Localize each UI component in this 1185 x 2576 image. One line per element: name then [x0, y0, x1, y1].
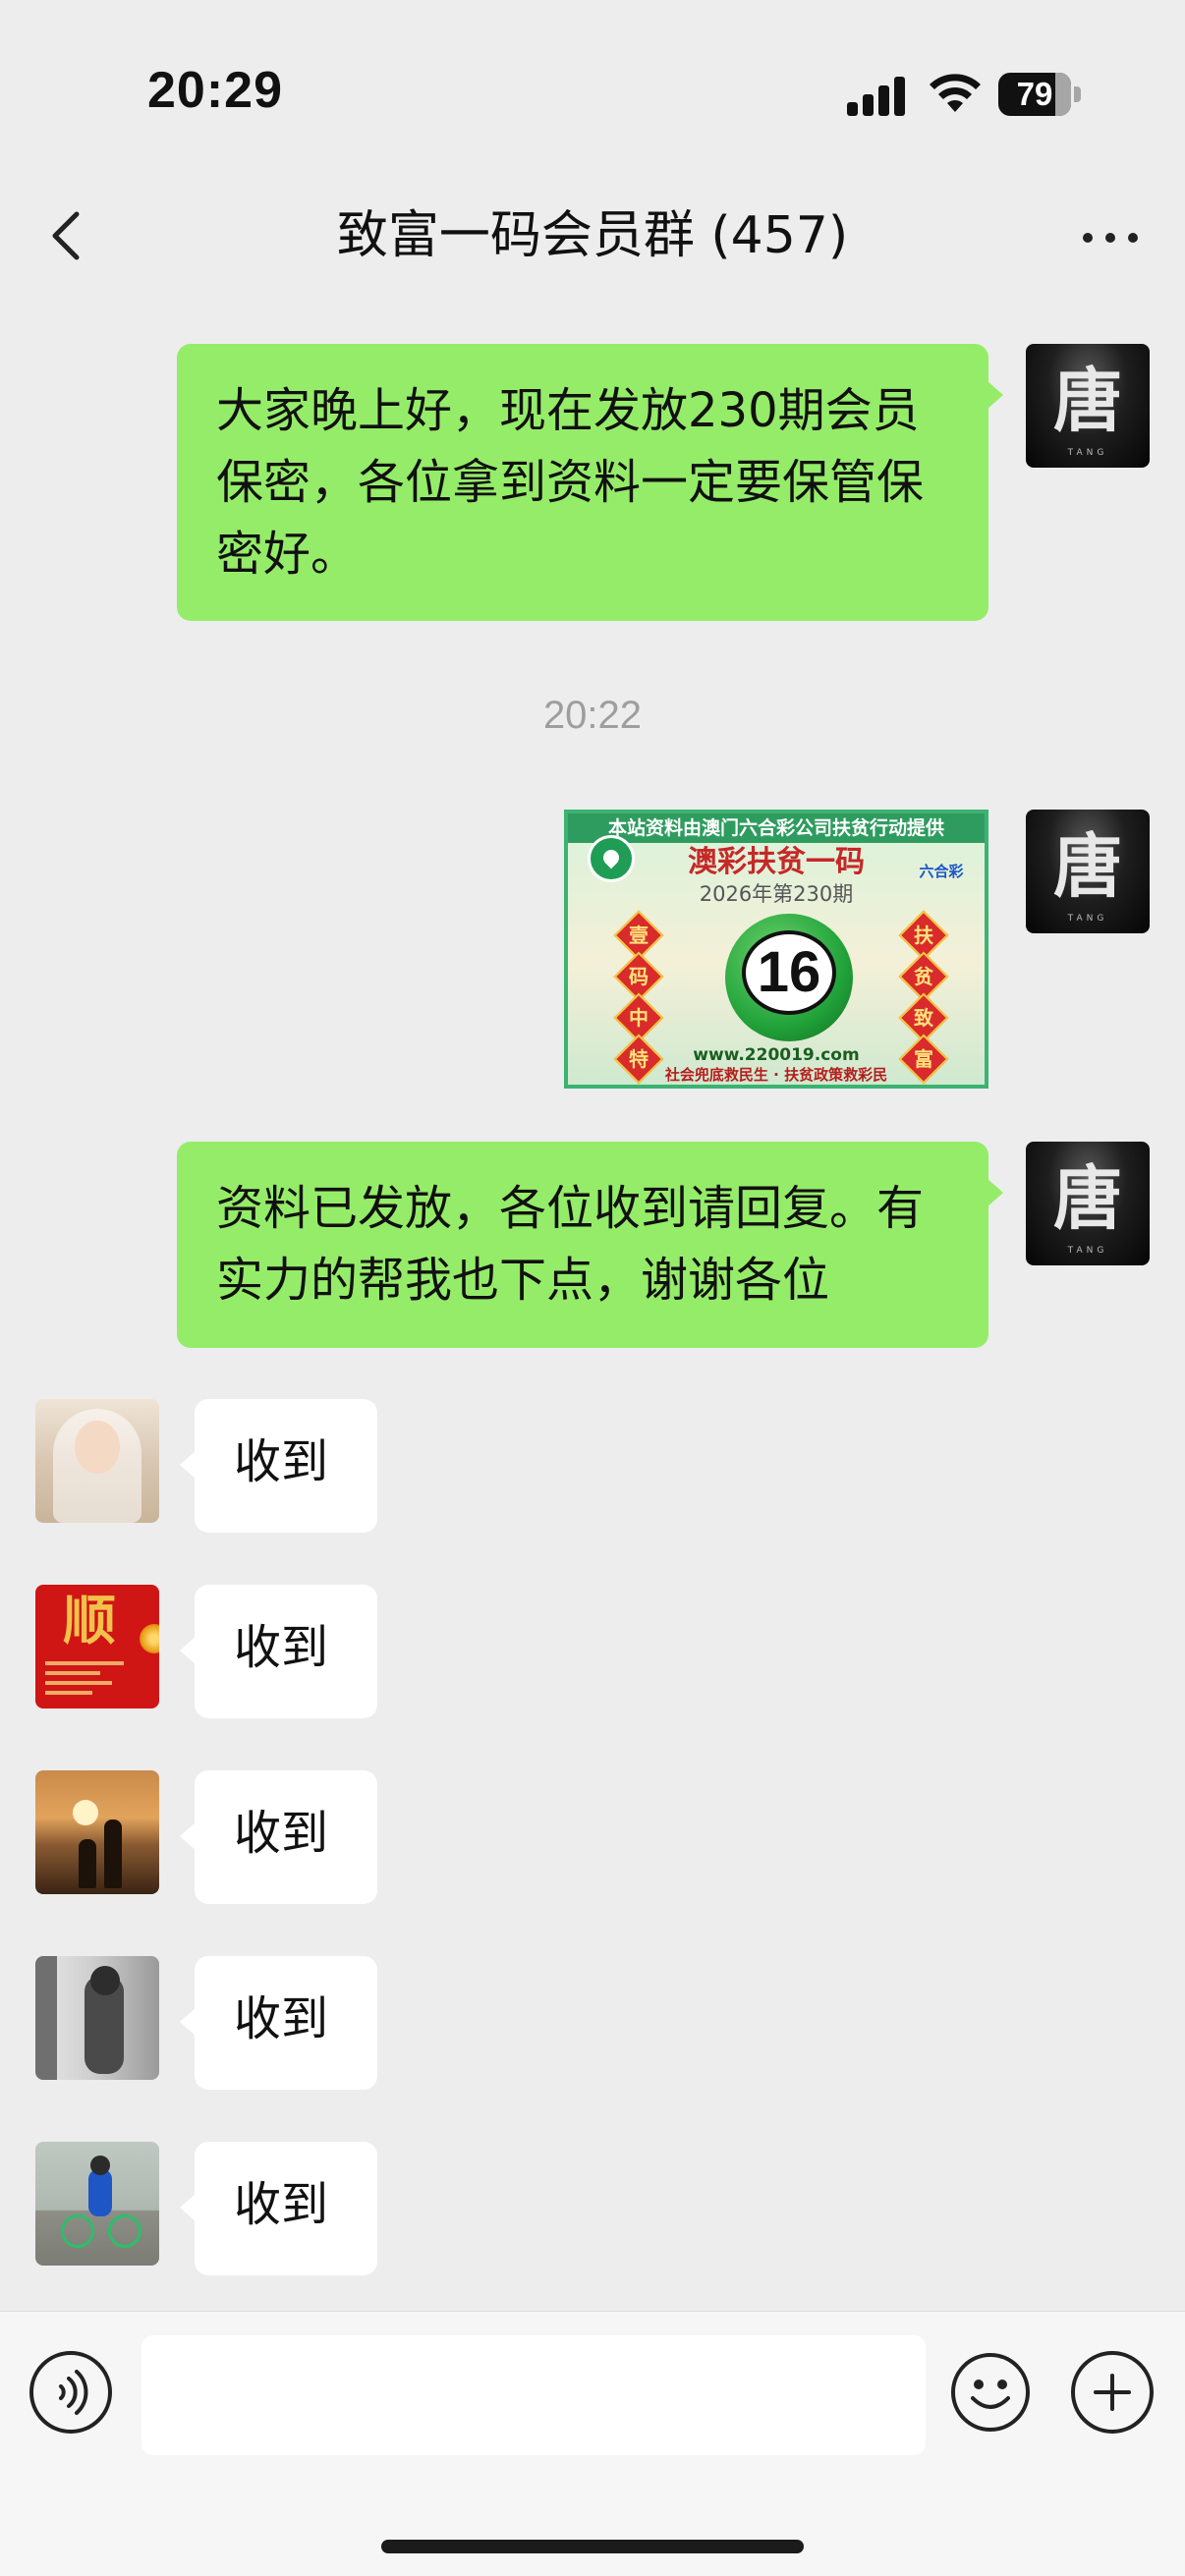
- image-issue: 2026年第230期: [699, 882, 854, 906]
- more-dots-icon: [1083, 233, 1093, 243]
- battery-level: 79: [1016, 76, 1053, 112]
- chat-title: 致富一码会员群 (457): [336, 206, 849, 265]
- avatar[interactable]: 唐 TANG: [1026, 1142, 1150, 1265]
- message-text: 收到: [234, 1434, 329, 1489]
- incoming-message[interactable]: 收到: [180, 2142, 377, 2275]
- emoji-button[interactable]: [949, 2351, 1032, 2434]
- voice-icon: [59, 2370, 88, 2415]
- back-button[interactable]: [39, 206, 98, 265]
- incoming-message[interactable]: 收到: [180, 1956, 377, 2090]
- more-button[interactable]: [1075, 206, 1146, 265]
- outgoing-message[interactable]: 资料已发放，各位收到请回复。有实力的帮我也下点，谢谢各位: [177, 1142, 1003, 1348]
- status-time: 20:29: [147, 62, 283, 119]
- status-bar: 20:29 79: [0, 0, 1185, 157]
- wifi-icon: [930, 74, 981, 112]
- message-text: 收到: [234, 1806, 329, 1861]
- avatar[interactable]: [35, 1399, 159, 1523]
- battery-icon: 79: [998, 73, 1081, 116]
- home-indicator: [381, 2540, 804, 2553]
- incoming-message[interactable]: 收到: [180, 1585, 377, 1718]
- message-input[interactable]: [141, 2335, 926, 2455]
- outgoing-message[interactable]: 大家晚上好，现在发放230期会员保密，各位拿到资料一定要保管保密好。: [177, 344, 1003, 621]
- avatar[interactable]: 唐 TANG: [1026, 344, 1150, 468]
- cellular-signal-icon: [847, 73, 906, 116]
- avatar[interactable]: [35, 1956, 159, 2080]
- incoming-message[interactable]: 收到: [180, 1399, 377, 1533]
- incoming-message[interactable]: 收到: [180, 1770, 377, 1904]
- image-title: 澳彩扶贫一码: [688, 845, 865, 879]
- number-ball: 16: [725, 914, 853, 1041]
- image-url: www.220019.com: [693, 1045, 860, 1065]
- input-bar: [0, 2311, 1185, 2576]
- message-text: 大家晚上好，现在发放230期会员保密，各位拿到资料一定要保管保密好。: [216, 383, 925, 582]
- avatar[interactable]: 顺: [35, 1585, 159, 1708]
- image-footer: 社会兜底救民生 · 扶贫政策救彩民: [664, 1066, 888, 1084]
- chat-screen: 20:29 79 致富一码会员群 (457) 大家晚上好，现在发放230期会员保…: [0, 0, 1185, 2576]
- avatar[interactable]: [35, 2142, 159, 2266]
- message-timestamp: 20:22: [542, 694, 643, 737]
- plus-button[interactable]: [1071, 2351, 1154, 2434]
- message-text: 收到: [234, 2177, 329, 2232]
- avatar[interactable]: 唐 TANG: [1026, 810, 1150, 933]
- avatar[interactable]: [35, 1770, 159, 1894]
- image-banner: 本站资料由澳门六合彩公司扶贫行动提供: [568, 813, 985, 843]
- message-text: 收到: [234, 1991, 329, 2046]
- nav-bar: 致富一码会员群 (457): [0, 177, 1185, 295]
- ball-number: 16: [757, 940, 821, 1004]
- voice-button[interactable]: [29, 2351, 112, 2434]
- message-text: 资料已发放，各位收到请回复。有实力的帮我也下点，谢谢各位: [216, 1181, 925, 1308]
- message-text: 收到: [234, 1620, 329, 1675]
- image-message[interactable]: 本站资料由澳门六合彩公司扶贫行动提供 六合彩 澳彩扶贫一码 2026年第230期…: [564, 810, 988, 1089]
